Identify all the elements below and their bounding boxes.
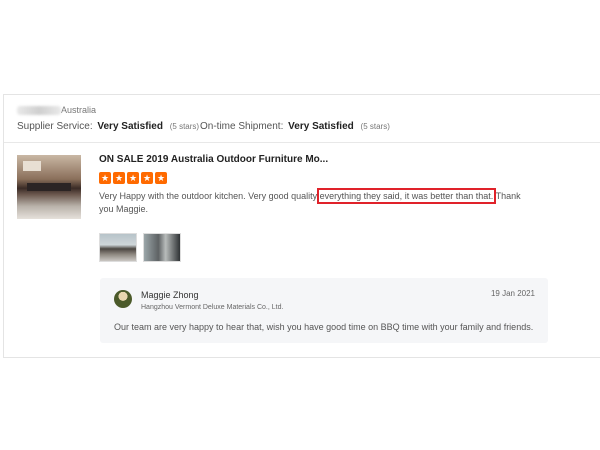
review-text: Very Happy with the outdoor kitchen. Ver… xyxy=(99,188,529,216)
thumbnail-detail xyxy=(23,161,41,171)
product-thumbnail[interactable] xyxy=(17,155,81,219)
star-icon: ★ xyxy=(155,172,167,184)
review-text-before: Very Happy with the outdoor kitchen. Ver… xyxy=(99,191,320,201)
rating-label: Supplier Service: xyxy=(17,121,93,132)
review-card: Australia Supplier Service: Very Satisfi… xyxy=(3,94,600,358)
replier-company: Hangzhou Vermont Deluxe Materials Co., L… xyxy=(141,304,284,311)
rating-label: On-time Shipment: xyxy=(200,121,284,132)
buyer-country: Australia xyxy=(61,105,97,115)
divider xyxy=(4,142,600,143)
review-photo[interactable] xyxy=(143,233,181,262)
thumbnail-detail xyxy=(27,183,71,191)
blurred-buyer-name xyxy=(17,106,61,116)
avatar xyxy=(114,290,132,308)
star-icon: ★ xyxy=(127,172,139,184)
buyer-location: Australia xyxy=(17,105,96,117)
reply-date: 19 Jan 2021 xyxy=(490,289,535,298)
rating-value: Very Satisfied xyxy=(97,121,163,132)
reply-text: Our team are very happy to hear that, wi… xyxy=(114,322,534,332)
review-stars: ★ ★ ★ ★ ★ xyxy=(99,172,167,184)
rating-detail: (5 stars) xyxy=(169,122,200,131)
replier-name: Maggie Zhong xyxy=(141,290,199,300)
star-icon: ★ xyxy=(141,172,153,184)
supplier-reply: Maggie Zhong Hangzhou Vermont Deluxe Mat… xyxy=(100,278,548,343)
rating-detail: (5 stars) xyxy=(360,122,390,131)
star-icon: ★ xyxy=(113,172,125,184)
review-photos xyxy=(99,233,181,262)
product-title-link[interactable]: ON SALE 2019 Australia Outdoor Furniture… xyxy=(99,154,328,165)
highlighted-review-text: everything they said, it was better than… xyxy=(316,188,497,204)
star-icon: ★ xyxy=(99,172,111,184)
ratings-row: Supplier Service: Very Satisfied (5 star… xyxy=(17,121,390,132)
rating-on-time-shipment: On-time Shipment: Very Satisfied (5 star… xyxy=(200,121,390,132)
rating-supplier-service: Supplier Service: Very Satisfied (5 star… xyxy=(17,121,199,132)
review-photo[interactable] xyxy=(99,233,137,262)
rating-value: Very Satisfied xyxy=(288,121,354,132)
